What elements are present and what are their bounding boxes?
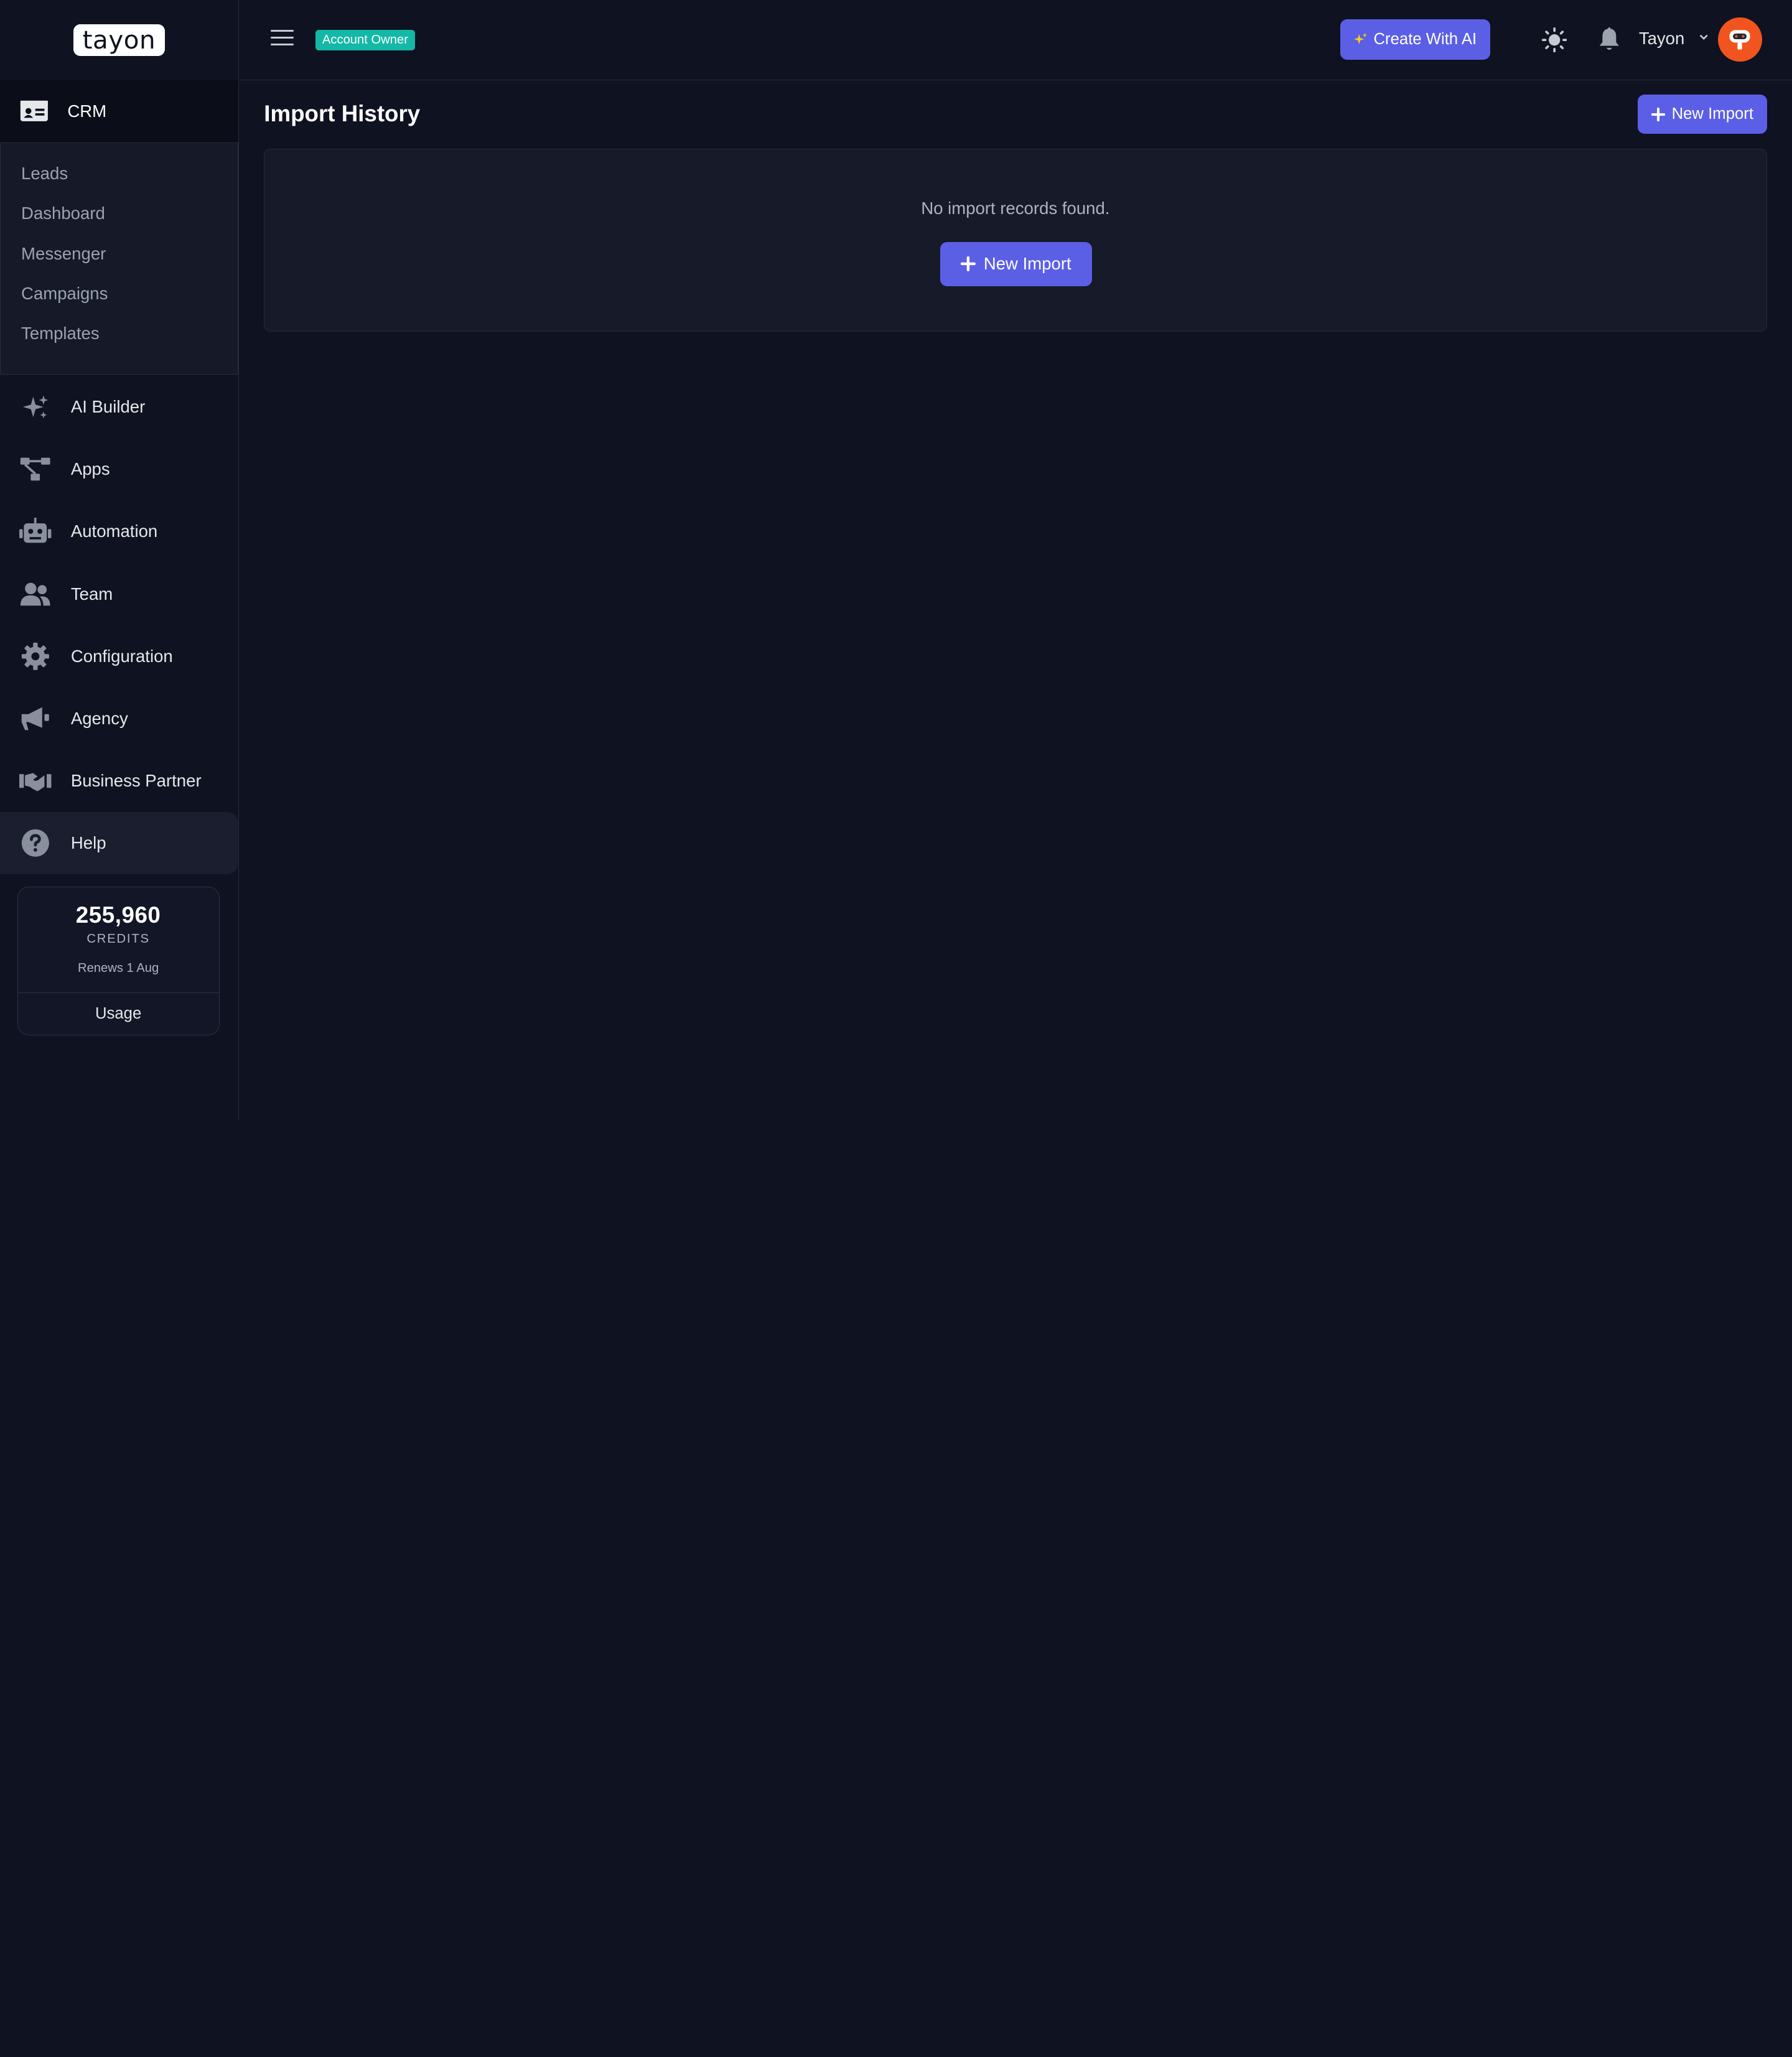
megaphone-icon bbox=[19, 705, 51, 732]
sidebar-item-label: Apps bbox=[70, 459, 110, 479]
sidebar-item-help[interactable]: Help bbox=[0, 811, 238, 874]
hamburger-menu-icon[interactable] bbox=[271, 29, 294, 48]
crm-submenu: Leads Dashboard Messenger Campaigns Temp… bbox=[0, 142, 238, 375]
avatar[interactable] bbox=[1717, 17, 1763, 62]
sidebar-item-configuration[interactable]: Configuration bbox=[0, 625, 238, 688]
submenu-item-campaigns[interactable]: Campaigns bbox=[1, 280, 238, 320]
theme-toggle-sun-icon[interactable] bbox=[1541, 27, 1567, 53]
sparkles-icon bbox=[19, 393, 51, 421]
question-circle-icon bbox=[19, 829, 51, 857]
role-badge: Account Owner bbox=[315, 29, 415, 50]
sidebar: tayon CRM Leads Dashboard Messenger Camp… bbox=[0, 0, 239, 1120]
usage-button[interactable]: Usage bbox=[17, 992, 219, 1035]
sidebar-item-label: AI Builder bbox=[70, 397, 146, 417]
submenu-item-dashboard[interactable]: Dashboard bbox=[1, 200, 238, 240]
notification-bell-icon[interactable] bbox=[1598, 26, 1621, 51]
chevron-down-icon[interactable] bbox=[1698, 33, 1709, 42]
sidebar-item-label: Help bbox=[70, 833, 106, 852]
sidebar-item-label: Business Partner bbox=[70, 770, 202, 790]
submenu-item-templates[interactable]: Templates bbox=[1, 320, 238, 360]
sidebar-item-agency[interactable]: Agency bbox=[0, 688, 238, 750]
users-icon bbox=[19, 581, 51, 608]
gear-icon bbox=[19, 642, 51, 670]
sidebar-item-label: Agency bbox=[70, 708, 128, 728]
submenu-item-leads[interactable]: Leads bbox=[1, 160, 238, 200]
create-with-ai-label: Create With AI bbox=[1373, 30, 1477, 48]
sparkles-icon bbox=[1354, 33, 1368, 45]
sidebar-item-automation[interactable]: Automation bbox=[0, 500, 238, 562]
credits-amount: 255,960 bbox=[75, 902, 161, 928]
sidebar-item-crm[interactable]: CRM bbox=[0, 80, 238, 143]
new-import-button[interactable]: New Import bbox=[1637, 95, 1767, 134]
sidebar-item-ai-builder[interactable]: AI Builder bbox=[0, 376, 238, 438]
import-history-panel: No import records found. New Import bbox=[264, 148, 1767, 332]
plus-icon bbox=[961, 256, 976, 272]
sidebar-item-label: Configuration bbox=[70, 646, 173, 666]
plus-icon bbox=[1651, 107, 1665, 121]
sitemap-icon bbox=[19, 455, 51, 483]
sidebar-item-team[interactable]: Team bbox=[0, 563, 238, 625]
page-title: Import History bbox=[264, 100, 421, 126]
sidebar-item-label: Automation bbox=[70, 521, 158, 541]
topbar: Account Owner Create With AI Tayon bbox=[238, 0, 1792, 80]
handshake-icon bbox=[19, 767, 52, 795]
sidebar-item-label: CRM bbox=[67, 101, 107, 121]
empty-state-new-import-button[interactable]: New Import bbox=[940, 241, 1093, 287]
id-card-icon bbox=[21, 101, 49, 122]
user-name[interactable]: Tayon bbox=[1639, 29, 1685, 49]
sidebar-item-apps[interactable]: Apps bbox=[0, 438, 238, 500]
sidebar-item-label: Team bbox=[70, 584, 113, 604]
robot-icon bbox=[19, 518, 52, 545]
create-with-ai-button[interactable]: Create With AI bbox=[1340, 19, 1491, 60]
empty-state-message: No import records found. bbox=[921, 198, 1110, 218]
new-import-label: New Import bbox=[1671, 105, 1753, 123]
credits-card: 255,960 CREDITS Renews 1 Aug Usage bbox=[17, 887, 220, 1036]
brand-logo[interactable]: tayon bbox=[73, 24, 165, 56]
credits-unit: CREDITS bbox=[86, 931, 150, 946]
submenu-item-messenger[interactable]: Messenger bbox=[1, 240, 238, 280]
app-root: tayon CRM Leads Dashboard Messenger Camp… bbox=[0, 0, 1792, 1120]
robot-avatar-icon bbox=[1729, 30, 1750, 50]
credits-renewal: Renews 1 Aug bbox=[78, 961, 159, 975]
new-import-label: New Import bbox=[983, 254, 1071, 274]
sidebar-item-business-partner[interactable]: Business Partner bbox=[0, 750, 238, 812]
logo-area: tayon bbox=[0, 0, 238, 80]
